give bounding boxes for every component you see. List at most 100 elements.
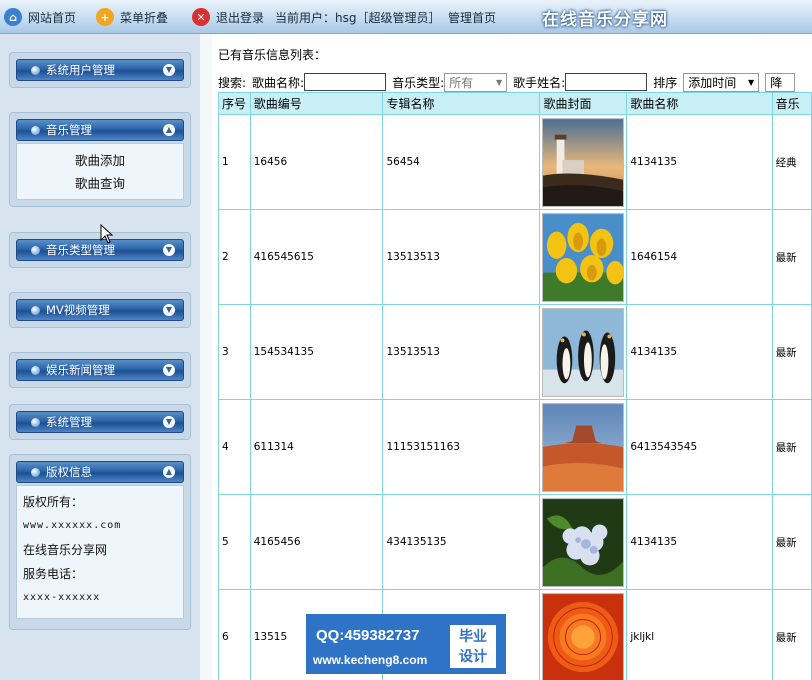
chevron-up-icon[interactable]: ▲: [163, 124, 175, 136]
collapse-menu-label: 菜单折叠: [120, 10, 169, 25]
song-name-input[interactable]: [304, 73, 387, 91]
cell-album: 13513513: [382, 209, 541, 305]
copyright-label: 版权所有：: [23, 495, 84, 509]
logout-button[interactable]: ✕ 退出登录: [192, 7, 264, 27]
bullet-icon: [31, 365, 40, 375]
cell-song-no: 416545615: [249, 209, 384, 305]
panel-title: 娱乐新闻管理: [46, 363, 115, 377]
chevron-down-icon[interactable]: ▼: [163, 416, 175, 428]
cell-album: 13513513: [382, 304, 541, 400]
column-header: 专辑名称: [382, 92, 541, 115]
panel-header-news[interactable]: 娱乐新闻管理 ▼: [16, 359, 184, 381]
bullet-icon: [31, 125, 40, 135]
song-name-label: 歌曲名称:: [252, 75, 305, 90]
panel-body-music: 歌曲添加 歌曲查询: [16, 143, 184, 200]
panel-title: MV视频管理: [46, 303, 110, 317]
panel-header-music[interactable]: 音乐管理 ▲: [16, 119, 184, 141]
bullet-icon: [31, 305, 40, 315]
dropdown-arrow-icon: ▼: [748, 77, 755, 87]
panel-title: 版权信息: [46, 465, 92, 479]
cell-song-name: 6413543545: [626, 399, 773, 495]
cell-album: 11153151163: [382, 399, 541, 495]
copyright-site-name: 在线音乐分享网: [23, 543, 108, 557]
music-type-select[interactable]: 所有 ▼: [444, 72, 508, 92]
watermark-badge-line2: 设计: [459, 649, 487, 665]
panel-title: 系统用户管理: [46, 63, 115, 77]
cell-index: 3: [218, 304, 251, 400]
panel-mv-video: MV视频管理 ▼: [9, 292, 191, 328]
singer-name-input[interactable]: [565, 73, 648, 91]
cell-index: 1: [218, 114, 251, 210]
singer-name-label: 歌手姓名:: [513, 75, 566, 90]
table-row: 4 611314 11153151163 6413543545 最新: [218, 399, 812, 495]
search-label: 搜索:: [218, 75, 247, 90]
panel-title: 音乐管理: [46, 123, 92, 137]
cell-index: 6: [218, 589, 251, 680]
cell-song-name: 1646154: [626, 209, 773, 305]
chevron-down-icon[interactable]: ▼: [163, 364, 175, 376]
search-bar: 搜索: 歌曲名称: 音乐类型: 所有 ▼ 歌手姓名: 排序 添加时间 ▼ 降: [218, 72, 812, 92]
menu-item-add-song[interactable]: 歌曲添加: [17, 149, 183, 172]
tulips-image: [542, 212, 625, 302]
cell-song-name: jkljkl: [626, 589, 773, 680]
panel-body-copyright: 版权所有： www.xxxxxx.com 在线音乐分享网 服务电话： xxxx-…: [16, 485, 184, 619]
column-header: 歌曲编号: [249, 92, 384, 115]
cell-cover: [539, 114, 628, 210]
column-header: 音乐: [771, 92, 812, 115]
site-home-link[interactable]: ⌂ 网站首页: [4, 7, 76, 27]
admin-home-link[interactable]: 管理首页: [448, 7, 496, 27]
list-title: 已有音乐信息列表：: [218, 48, 327, 62]
cell-cover: [539, 209, 628, 305]
plus-icon: +: [96, 8, 114, 26]
cell-music-type: 最新: [771, 494, 812, 590]
panel-header-system-users[interactable]: 系统用户管理 ▼: [16, 59, 184, 81]
chevron-up-icon[interactable]: ▲: [163, 466, 175, 478]
sort-select[interactable]: 添加时间 ▼: [683, 72, 760, 92]
panel-copyright: 版权信息 ▲ 版权所有： www.xxxxxx.com 在线音乐分享网 服务电话…: [9, 454, 191, 630]
watermark-url: www.kecheng8.com: [313, 653, 428, 667]
cell-music-type: 最新: [771, 589, 812, 680]
collapse-menu-button[interactable]: + 菜单折叠: [96, 7, 168, 27]
cell-cover: [539, 589, 628, 680]
hydrangea-image: [542, 497, 625, 587]
cell-song-name: 4134135: [626, 494, 773, 590]
panel-title: 音乐类型管理: [46, 243, 115, 257]
chevron-down-icon[interactable]: ▼: [163, 64, 175, 76]
panel-header-copyright[interactable]: 版权信息 ▲: [16, 461, 184, 483]
cell-music-type: 最新: [771, 304, 812, 400]
table-row: 2 416545615 13513513 1646154 最新: [218, 209, 812, 305]
table-row: 3 154534135 13513513 4134135 最新: [218, 304, 812, 400]
watermark-badge: 毕业 设计: [450, 625, 496, 668]
order-value: 降: [770, 75, 783, 90]
bullet-icon: [31, 417, 40, 427]
panel-music: 音乐管理 ▲ 歌曲添加 歌曲查询: [9, 112, 191, 207]
penguins-image: [542, 307, 625, 397]
panel-title: 系统管理: [46, 415, 92, 429]
chevron-down-icon[interactable]: ▼: [163, 304, 175, 316]
order-select[interactable]: 降: [765, 72, 796, 92]
cell-index: 2: [218, 209, 251, 305]
bullet-icon: [31, 245, 40, 255]
sort-label: 排序: [653, 75, 678, 90]
music-type-label: 音乐类型:: [392, 75, 445, 90]
table-header-row: 序号 歌曲编号 专辑名称 歌曲封面 歌曲名称 音乐: [218, 92, 812, 115]
bullet-icon: [31, 65, 40, 75]
panel-system: 系统管理 ▼: [9, 404, 191, 440]
chrysanthemum-image: [542, 592, 625, 680]
cell-song-name: 4134135: [626, 114, 773, 210]
cell-cover: [539, 304, 628, 400]
desert-image: [542, 402, 625, 492]
panel-header-mv-video[interactable]: MV视频管理 ▼: [16, 299, 184, 321]
panel-header-system[interactable]: 系统管理 ▼: [16, 411, 184, 433]
service-phone-value: xxxx-xxxxxx: [23, 592, 101, 603]
cell-song-no: 4165456: [249, 494, 384, 590]
cell-cover: [539, 494, 628, 590]
site-title: 在线音乐分享网: [542, 10, 668, 30]
site-home-label: 网站首页: [28, 10, 77, 25]
cell-album: 434135135: [382, 494, 541, 590]
chevron-down-icon[interactable]: ▼: [163, 244, 175, 256]
cell-music-type: 经典: [771, 114, 812, 210]
column-header: 歌曲名称: [626, 92, 773, 115]
cell-cover: [539, 399, 628, 495]
menu-item-query-song[interactable]: 歌曲查询: [17, 172, 183, 195]
